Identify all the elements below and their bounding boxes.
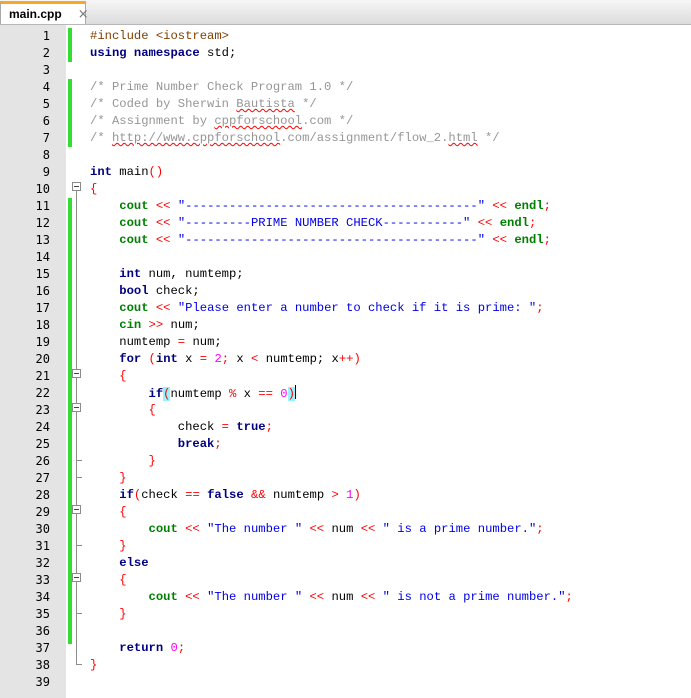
code-line-6[interactable]: /* Assignment by cppforschool.com */ [90, 113, 353, 130]
code-line-32[interactable]: else [90, 555, 148, 572]
code-line-37[interactable]: return 0; [90, 640, 185, 657]
code-line-16[interactable]: bool check; [90, 283, 199, 300]
code-line-33[interactable]: { [90, 572, 126, 589]
code-line-28[interactable]: if(check == false && numtemp > 1) [90, 487, 361, 504]
line-number: 8 [42, 148, 50, 162]
code-line-2[interactable]: using namespace std; [90, 45, 236, 62]
code-line-29[interactable]: { [90, 504, 126, 521]
code-line-35[interactable]: } [90, 606, 126, 623]
code-line-30[interactable]: cout << "The number " << num << " is a p… [90, 521, 544, 538]
code-line-5[interactable]: /* Coded by Sherwin Bautista */ [90, 96, 317, 113]
tab-main-cpp[interactable]: main.cpp × [0, 1, 89, 24]
code-line-19[interactable]: numtemp = num; [90, 334, 221, 351]
tab-bar: main.cpp × [0, 0, 691, 25]
code-line-21[interactable]: { [90, 368, 126, 385]
code-line-12[interactable]: cout << "---------PRIME NUMBER CHECK----… [90, 215, 536, 232]
text-cursor [294, 385, 296, 399]
line-number: 39 [35, 675, 50, 689]
code-line-10[interactable]: { [90, 181, 97, 198]
code-line-15[interactable]: int num, numtemp; [90, 266, 243, 283]
code-line-17[interactable]: cout << "Please enter a number to check … [90, 300, 543, 317]
code-line-13[interactable]: cout << "-------------------------------… [90, 232, 551, 249]
line-number: 14 [35, 250, 50, 264]
code-line-9[interactable]: int main() [90, 164, 163, 181]
code-line-7[interactable]: /* http://www.cppforschool.com/assignmen… [90, 130, 500, 147]
code-line-22[interactable]: if(numtemp % x == 0) [90, 385, 296, 403]
code-line-20[interactable]: for (int x = 2; x < numtemp; x++) [90, 351, 361, 368]
close-icon[interactable]: × [78, 7, 89, 22]
code-line-23[interactable]: { [90, 402, 156, 419]
code-line-26[interactable]: } [90, 453, 156, 470]
code-line-25[interactable]: break; [90, 436, 222, 453]
code-line-27[interactable]: } [90, 470, 126, 487]
code-line-34[interactable]: cout << "The number " << num << " is not… [90, 589, 573, 606]
code-line-4[interactable]: /* Prime Number Check Program 1.0 */ [90, 79, 353, 96]
line-number: 3 [42, 63, 50, 77]
line-number: 36 [35, 624, 50, 638]
code-line-11[interactable]: cout << "-------------------------------… [90, 198, 551, 215]
code-line-31[interactable]: } [90, 538, 126, 555]
tab-label: main.cpp [9, 7, 62, 21]
code-line-1[interactable]: #include <iostream> [90, 28, 229, 45]
code-line-18[interactable]: cin >> num; [90, 317, 200, 334]
code-line-38[interactable]: } [90, 657, 97, 674]
code-editor[interactable]: 1 2 3 4 5 6 7 8 9 10 11 12 13 14 15 16 17 18 19 20 21 22 23 24 2… [0, 25, 691, 698]
code-line-24[interactable]: check = true; [90, 419, 273, 436]
